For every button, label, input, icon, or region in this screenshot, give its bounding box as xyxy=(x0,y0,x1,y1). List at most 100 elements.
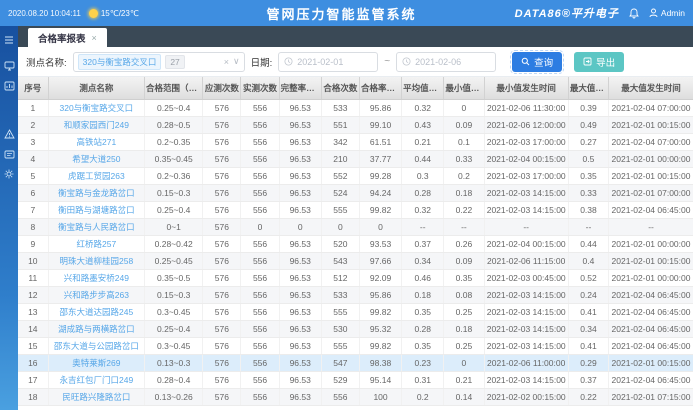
site-name-link[interactable]: 民旺路兴隆路岔口 xyxy=(48,388,146,406)
table-cell: 2021-02-04 07:00:00 xyxy=(608,99,693,117)
site-name-link[interactable]: 永吉红包厂门口249 xyxy=(48,371,146,389)
table-cell: 0.23 xyxy=(401,354,445,372)
table-cell: 0 xyxy=(279,218,322,236)
table-row[interactable]: 18 民旺路兴隆路岔口 0.13~0.26 576 556 96.53 556 100 0.2 0… xyxy=(18,388,693,406)
table-cell: 96.53 xyxy=(279,354,322,372)
table-cell: 0.41 xyxy=(568,337,610,355)
table-row[interactable]: 4 希望大道250 0.35~0.45 576 556 96.53 210 37.77 0.44… xyxy=(18,150,693,168)
report-table-container[interactable]: 序号测点名称合格范围（MPa）应测次数实测次数完整率（%）合格次数合格率（%）平… xyxy=(18,77,693,410)
table-cell: 0.3 xyxy=(401,167,445,185)
site-name-link[interactable]: 兴和路墨安桥249 xyxy=(48,269,146,287)
date-from-input[interactable]: 2021-02-01 xyxy=(278,51,379,72)
table-cell: 2021-02-03 17:00:00 xyxy=(484,133,569,151)
nav-sidebar xyxy=(0,26,18,410)
table-cell: 96.53 xyxy=(279,388,322,406)
table-cell: 0.38 xyxy=(568,201,610,219)
table-row[interactable]: 1 320与衡宝路交叉口 0.25~0.4 576 556 96.53 533 95.86 0.… xyxy=(18,99,693,117)
table-row[interactable]: 8 衡宝路与人民路岔口 0~1 576 0 0 0 0 -- -- -- -- -- xyxy=(18,218,693,236)
table-row[interactable]: 2 和顺家园西门249 0.28~0.5 576 556 96.53 551 99.10 0.4… xyxy=(18,116,693,134)
chevron-down-icon[interactable]: ∨ xyxy=(233,56,240,67)
table-cell: -- xyxy=(443,218,485,236)
menu-icon[interactable] xyxy=(0,32,18,48)
user-menu[interactable]: Admin xyxy=(649,8,685,18)
tab-bar: 合格率报表 × xyxy=(18,26,693,47)
table-cell: 0.52 xyxy=(568,269,610,287)
table-cell: 2021-02-01 00:15:00 xyxy=(608,116,693,134)
table-row[interactable]: 3 高铁站271 0.2~0.35 576 556 96.53 342 61.51 0.21 0.… xyxy=(18,133,693,151)
site-name-link[interactable]: 高铁站271 xyxy=(48,133,146,151)
table-cell: 0.25~0.4 xyxy=(144,201,204,219)
site-name-link[interactable]: 奥特莱斯269 xyxy=(48,354,146,372)
table-row[interactable]: 6 衡宝路与金龙路岔口 0.15~0.3 576 556 96.53 524 94.24 0.2… xyxy=(18,184,693,202)
site-name-link[interactable]: 明珠大道柳桂园258 xyxy=(48,252,146,270)
site-name-link[interactable]: 虎踞工贸园263 xyxy=(48,167,146,185)
table-cell: 543 xyxy=(321,252,360,270)
table-row[interactable]: 11 兴和路墨安桥249 0.35~0.5 576 556 96.53 512 92.09 0.… xyxy=(18,269,693,287)
site-name-link[interactable]: 和顺家园西门249 xyxy=(48,116,146,134)
table-cell: 0.09 xyxy=(443,252,485,270)
table-cell: 96.53 xyxy=(279,269,322,287)
table-cell: 0.32 xyxy=(401,201,445,219)
table-cell: 61.51 xyxy=(359,133,403,151)
site-name-link[interactable]: 兴和路步步高263 xyxy=(48,286,146,304)
monitor-icon[interactable] xyxy=(0,58,18,74)
table-cell: 2021-02-04 06:45:00 xyxy=(608,371,693,389)
site-name-link[interactable]: 衡田路与湖塘路岔口 xyxy=(48,201,146,219)
table-row[interactable]: 7 衡田路与湖塘路岔口 0.25~0.4 576 556 96.53 555 99.82 0.3… xyxy=(18,201,693,219)
export-button[interactable]: 导出 xyxy=(574,51,625,72)
weather-label: 15℃/23℃ xyxy=(100,8,139,18)
date-to-input[interactable]: 2021-02-06 xyxy=(396,51,497,72)
column-header: 平均值（MPa） xyxy=(401,77,445,100)
tab-pass-rate-report[interactable]: 合格率报表 × xyxy=(28,28,107,47)
table-cell: 0.35 xyxy=(568,167,610,185)
table-row[interactable]: 10 明珠大道柳桂园258 0.25~0.45 576 556 96.53 543 97.66… xyxy=(18,252,693,270)
search-button[interactable]: 查询 xyxy=(510,49,565,74)
table-row[interactable]: 13 邵东大道达园路245 0.3~0.45 576 556 96.53 555 99.82 0… xyxy=(18,303,693,321)
table-cell: 11 xyxy=(18,269,49,287)
table-row[interactable]: 17 永吉红包厂门口249 0.28~0.4 576 556 96.53 529 95.14 0… xyxy=(18,371,693,389)
site-name-link[interactable]: 衡宝路与金龙路岔口 xyxy=(48,184,146,202)
table-cell: 0.41 xyxy=(568,303,610,321)
table-row[interactable]: 12 兴和路步步高263 0.15~0.3 576 556 96.53 533 95.86 0.… xyxy=(18,286,693,304)
table-cell: -- xyxy=(568,218,610,236)
site-name-link[interactable]: 希望大道250 xyxy=(48,150,146,168)
clear-selection-icon[interactable]: × xyxy=(224,57,229,67)
table-cell: 5 xyxy=(18,167,49,185)
table-row[interactable]: 14 湖成路与两横路岔口 0.25~0.4 576 556 96.53 530 95.32 0.… xyxy=(18,320,693,338)
site-name-link[interactable]: 320与衡宝路交叉口 xyxy=(48,99,146,117)
table-cell: 2021-02-04 06:45:00 xyxy=(608,337,693,355)
table-cell: 533 xyxy=(321,286,360,304)
table-cell: 95.32 xyxy=(359,320,403,338)
report-icon[interactable] xyxy=(0,146,18,162)
table-row[interactable]: 5 虎踞工贸园263 0.2~0.36 576 556 96.53 552 99.28 0.3 0… xyxy=(18,167,693,185)
tab-close-icon[interactable]: × xyxy=(92,33,97,43)
settings-icon[interactable] xyxy=(0,166,18,182)
table-cell: 2021-02-03 14:15:00 xyxy=(484,337,569,355)
site-name-link[interactable]: 邵东大道达园路245 xyxy=(48,303,146,321)
dashboard-icon[interactable] xyxy=(0,78,18,94)
table-cell: 0 xyxy=(443,354,485,372)
site-name-link[interactable]: 邵东大道与公园路岔口 xyxy=(48,337,146,355)
table-cell: 0.28~0.5 xyxy=(144,116,204,134)
table-cell: 0.25~0.4 xyxy=(144,99,204,117)
site-name-link[interactable]: 湖成路与两横路岔口 xyxy=(48,320,146,338)
site-name-link[interactable]: 红桥路257 xyxy=(48,235,146,253)
table-cell: 96.53 xyxy=(279,371,322,389)
site-name-link[interactable]: 衡宝路与人民路岔口 xyxy=(48,218,146,236)
site-select[interactable]: 320与衡宝路交叉口 27 × ∨ xyxy=(72,51,245,72)
alarm-icon[interactable] xyxy=(0,126,18,142)
table-cell: 2021-02-04 06:45:00 xyxy=(608,201,693,219)
table-row[interactable]: 9 红桥路257 0.28~0.42 576 556 96.53 520 93.53 0.37 0… xyxy=(18,235,693,253)
table-cell: 0.2 xyxy=(401,388,445,406)
table-cell: 0.31 xyxy=(401,371,445,389)
table-row[interactable]: 16 奥特莱斯269 0.13~0.3 576 556 96.53 547 98.38 0.23… xyxy=(18,354,693,372)
table-row[interactable]: 15 邵东大道与公园路岔口 0.3~0.45 576 556 96.53 555 99.82 0… xyxy=(18,337,693,355)
bell-icon[interactable] xyxy=(629,8,639,19)
table-cell: 96.53 xyxy=(279,286,322,304)
selected-site-tag: 320与衡宝路交叉口 xyxy=(77,53,162,70)
table-cell: 0.22 xyxy=(443,201,485,219)
table-cell: 556 xyxy=(240,303,280,321)
user-icon xyxy=(649,8,658,18)
table-cell: 0.35 xyxy=(401,337,445,355)
table-cell: 2021-02-06 11:00:00 xyxy=(484,354,569,372)
